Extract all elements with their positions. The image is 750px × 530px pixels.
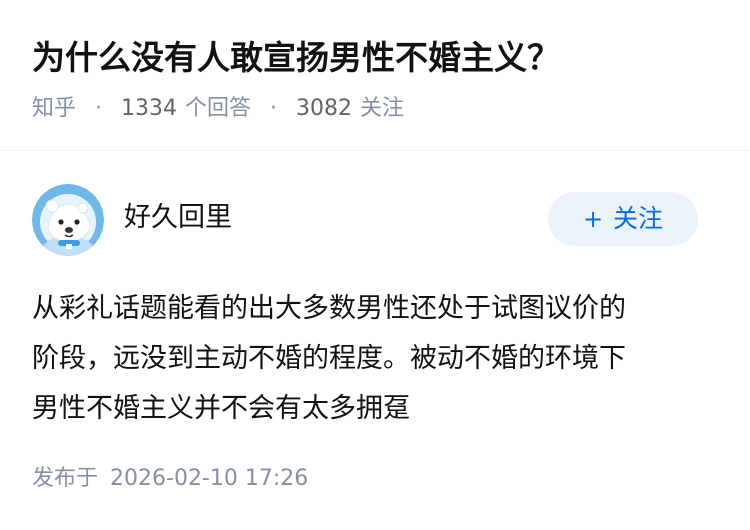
author-row: 好久回里 + 关注 bbox=[0, 180, 750, 260]
source-label: 知乎 bbox=[32, 96, 77, 121]
answer-count-number: 1334 bbox=[121, 96, 178, 121]
answer-line: 男性不婚主义并不会有太多拥趸 bbox=[32, 393, 410, 424]
follow-button-label: 关注 bbox=[613, 204, 664, 233]
answer-line: 阶段，远没到主动不婚的程度。被动不婚的环境下 bbox=[32, 343, 626, 374]
follower-count-label: 关注 bbox=[360, 96, 405, 121]
answer-count[interactable]: 1334 个回答 bbox=[121, 96, 251, 121]
meta-separator: · bbox=[95, 96, 103, 121]
avatar[interactable] bbox=[32, 184, 104, 256]
follower-count[interactable]: 3082 关注 bbox=[296, 96, 404, 121]
follower-count-number: 3082 bbox=[296, 96, 353, 121]
answer-content[interactable]: 从彩礼话题能看的出大多数男性还处于试图议价的 阶段，远没到主动不婚的程度。被动不… bbox=[32, 284, 722, 434]
published-time: 2026-02-10 17:26 bbox=[110, 466, 309, 491]
question-meta: 知乎 · 1334 个回答 · 3082 关注 bbox=[32, 94, 404, 124]
answer-line: 从彩礼话题能看的出大多数男性还处于试图议价的 bbox=[32, 293, 626, 324]
author-name[interactable]: 好久回里 bbox=[124, 200, 232, 236]
polar-bear-avatar-icon bbox=[32, 184, 104, 256]
question-header: 为什么没有人敢宣扬男性不婚主义？ 知乎 · 1334 个回答 · 3082 关注 bbox=[0, 0, 750, 151]
answer-count-label: 个回答 bbox=[185, 96, 252, 121]
question-title[interactable]: 为什么没有人敢宣扬男性不婚主义？ bbox=[32, 36, 560, 80]
published-label: 发布于 bbox=[32, 466, 99, 491]
meta-separator: · bbox=[270, 96, 278, 121]
plus-icon: + bbox=[582, 205, 604, 233]
publish-time: 发布于 2026-02-10 17:26 bbox=[32, 462, 308, 496]
follow-button[interactable]: + 关注 bbox=[548, 192, 698, 246]
